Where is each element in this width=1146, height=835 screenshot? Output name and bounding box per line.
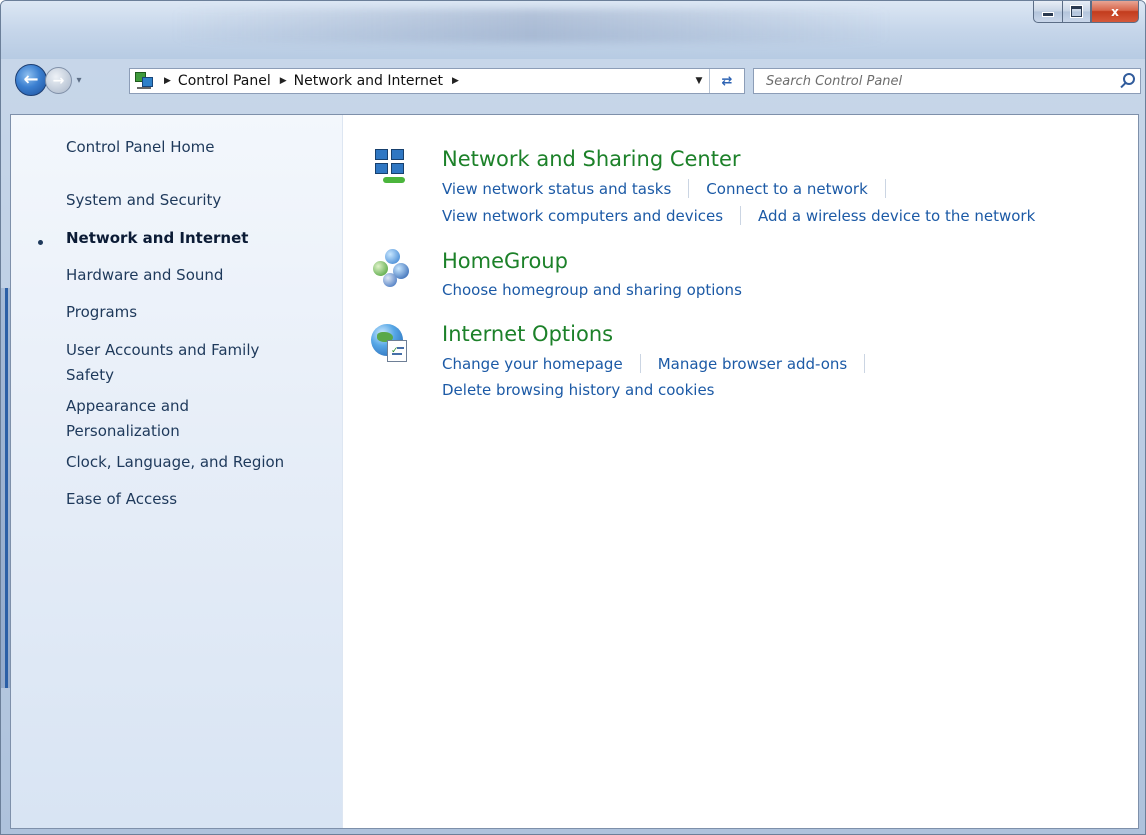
view-network-computers-link[interactable]: View network computers and devices	[442, 207, 723, 225]
maximize-button[interactable]	[1062, 1, 1091, 23]
current-item-bullet-icon	[38, 240, 43, 245]
choose-homegroup-options-link[interactable]: Choose homegroup and sharing options	[442, 281, 742, 299]
sidebar-item-label: Appearance and	[66, 397, 190, 415]
refresh-button[interactable]: ⇄	[709, 69, 744, 93]
view-network-status-link[interactable]: View network status and tasks	[442, 180, 671, 198]
breadcrumb-separator-icon[interactable]: ▶	[452, 76, 459, 86]
minimize-icon	[1042, 12, 1054, 17]
back-arrow-icon: ←	[23, 69, 39, 90]
link-divider	[884, 179, 886, 198]
search-box	[753, 68, 1141, 94]
task-pane: Control Panel Home System and Security N…	[11, 115, 343, 828]
window-left-edge-accent	[5, 288, 8, 688]
sidebar-item-user-accounts[interactable]: User Accounts and Family Safety	[66, 338, 259, 388]
title-bar[interactable]: x	[1, 1, 1145, 59]
network-sharing-center-link[interactable]: Network and Sharing Center	[442, 147, 741, 171]
homegroup-link[interactable]: HomeGroup	[442, 249, 568, 273]
connect-to-network-link[interactable]: Connect to a network	[706, 180, 868, 198]
sidebar-item-network-and-internet: Network and Internet	[66, 229, 249, 247]
link-divider	[639, 354, 641, 373]
breadcrumb-separator-icon[interactable]: ▶	[164, 76, 171, 86]
sidebar-item-label: Safety	[66, 366, 114, 384]
sidebar-item-label: Personalization	[66, 422, 180, 440]
sidebar-item-appearance[interactable]: Appearance and Personalization	[66, 394, 189, 444]
search-input[interactable]	[754, 69, 1104, 93]
maximize-icon	[1070, 5, 1083, 18]
control-panel-icon	[133, 70, 155, 92]
back-button[interactable]: ←	[15, 64, 47, 96]
forward-button[interactable]: →	[45, 67, 72, 94]
breadcrumb-control-panel[interactable]: Control Panel	[178, 73, 271, 89]
link-divider	[864, 354, 866, 373]
control-panel-window: x ← → ▾ ▶ Control Panel ▶ Network and In…	[0, 0, 1146, 835]
link-row: View network status and tasks Connect to…	[442, 179, 903, 198]
content-area: Control Panel Home System and Security N…	[10, 114, 1139, 829]
address-bar[interactable]: ▶ Control Panel ▶ Network and Internet ▶…	[129, 68, 745, 94]
link-row: Delete browsing history and cookies	[442, 381, 714, 399]
sidebar-item-clock-language-region[interactable]: Clock, Language, and Region	[66, 450, 284, 475]
link-row: Change your homepage Manage browser add-…	[442, 354, 882, 373]
chevron-down-icon: ▼	[695, 76, 703, 86]
sidebar-item-hardware-and-sound[interactable]: Hardware and Sound	[66, 263, 223, 288]
sidebar-item-programs[interactable]: Programs	[66, 300, 137, 325]
internet-options-icon[interactable]: ✓	[371, 324, 411, 364]
delete-browsing-history-link[interactable]: Delete browsing history and cookies	[442, 381, 714, 399]
link-divider	[688, 179, 690, 198]
navigation-bar: ← → ▾ ▶ Control Panel ▶ Network and Inte…	[1, 59, 1145, 105]
close-icon: x	[1111, 4, 1119, 19]
network-sharing-icon[interactable]	[371, 147, 411, 187]
change-homepage-link[interactable]: Change your homepage	[442, 355, 623, 373]
link-divider	[740, 206, 742, 225]
chevron-down-icon: ▾	[76, 74, 82, 86]
recent-pages-dropdown[interactable]: ▾	[72, 72, 86, 88]
sidebar-item-system-and-security[interactable]: System and Security	[66, 188, 221, 213]
sidebar-item-ease-of-access[interactable]: Ease of Access	[66, 487, 177, 512]
sidebar-item-control-panel-home[interactable]: Control Panel Home	[66, 135, 215, 160]
breadcrumb-network-and-internet[interactable]: Network and Internet	[294, 73, 443, 89]
minimize-button[interactable]	[1033, 1, 1062, 23]
refresh-icon: ⇄	[721, 73, 733, 89]
search-icon[interactable]	[1118, 72, 1136, 90]
link-row: View network computers and devices Add a…	[442, 206, 1035, 225]
link-row: Choose homegroup and sharing options	[442, 281, 742, 299]
title-bar-glass-blur	[171, 9, 891, 43]
sidebar-item-label: User Accounts and Family	[66, 341, 260, 359]
add-wireless-device-link[interactable]: Add a wireless device to the network	[758, 207, 1035, 225]
breadcrumb-separator-icon[interactable]: ▶	[280, 76, 287, 86]
manage-addons-link[interactable]: Manage browser add-ons	[658, 355, 848, 373]
internet-options-link[interactable]: Internet Options	[442, 322, 613, 346]
close-button[interactable]: x	[1091, 1, 1139, 23]
category-content: Network and Sharing Center View network …	[343, 115, 1138, 828]
caption-buttons: x	[1033, 1, 1139, 23]
forward-arrow-icon: →	[52, 72, 65, 89]
address-history-dropdown[interactable]: ▼	[690, 69, 708, 93]
homegroup-icon[interactable]	[371, 249, 411, 289]
